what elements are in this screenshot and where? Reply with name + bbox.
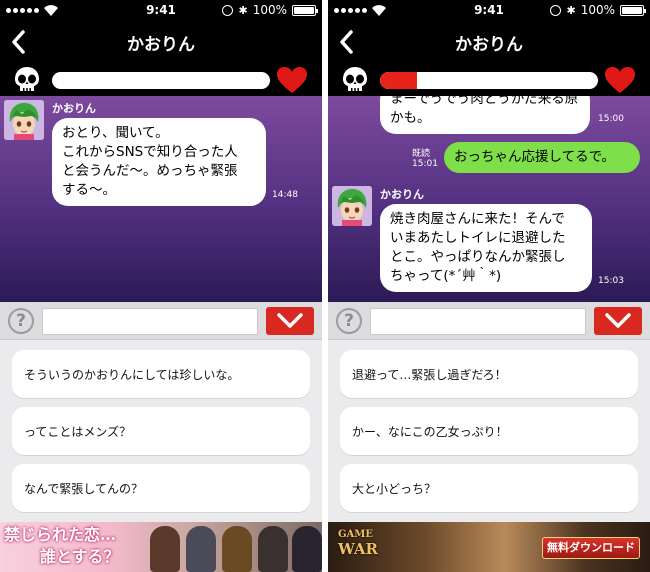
battery-icon — [620, 4, 646, 16]
reply-bar: ? — [328, 302, 650, 340]
message-line: 焼き肉屋さんに来た！そんで — [390, 211, 565, 227]
ad-banner[interactable]: 禁じられた恋… 誰とする？ — [0, 522, 322, 572]
ad-banner[interactable]: GAME WAR 無料ダウンロード — [328, 522, 650, 572]
my-message-bubble: おっちゃん応援してるで。 — [444, 142, 640, 173]
affection-meter — [380, 72, 598, 89]
message-line: いまあたしトイレに退避した — [390, 230, 566, 246]
affection-bar — [0, 62, 322, 96]
status-bar: 9:41 ✱ 100% — [0, 0, 322, 22]
affection-meter-fill — [380, 72, 418, 89]
banner-subheadline: 誰とする？ — [40, 547, 120, 566]
reply-option[interactable]: ってことはメンズ？ — [12, 407, 310, 455]
nav-bar: かおりん — [328, 22, 650, 62]
nav-bar: かおりん — [0, 22, 322, 62]
game-logo: GAME WAR — [338, 528, 382, 568]
message-bubble: 焼き肉屋さんに来た！そんで いまあたしトイレに退避した とこ。やっぱりなんか緊張… — [380, 204, 592, 292]
help-button[interactable]: ? — [336, 308, 362, 334]
message-line: かも。 — [390, 110, 431, 126]
battery-percent: 100% — [252, 3, 287, 17]
free-download-button[interactable]: 無料ダウンロード — [542, 537, 640, 559]
collapse-options-button[interactable] — [266, 307, 314, 335]
message-bubble: まーでうでう肉とうかだ来る原 かも。 — [380, 96, 590, 134]
reply-bar: ? — [0, 302, 322, 340]
affection-meter — [52, 72, 270, 89]
read-receipt: 既読 — [412, 149, 431, 159]
banner-character — [222, 526, 252, 572]
message-line: これからSNSで知り合った人 — [62, 144, 238, 160]
heart-icon — [605, 67, 635, 93]
game-logo-bottom: WAR — [338, 540, 378, 558]
banner-character — [186, 526, 216, 572]
avatar[interactable] — [4, 100, 44, 140]
message-line: する〜。 — [62, 182, 116, 198]
help-button[interactable]: ? — [8, 308, 34, 334]
battery-percent: 100% — [580, 3, 615, 17]
orientation-lock-icon — [550, 4, 562, 16]
collapse-options-button[interactable] — [594, 307, 642, 335]
reply-option[interactable]: そういうのかおりんにしては珍しいな。 — [12, 350, 310, 398]
message-line: とこ。やっぱりなんか緊張し — [390, 249, 566, 265]
reply-option[interactable]: なんで緊張してんの？ — [12, 464, 310, 512]
message-line: と会うんだ〜。めっちゃ緊張 — [62, 163, 238, 179]
bluetooth-icon: ✱ — [238, 3, 248, 17]
phone-screen-left: 9:41 ✱ 100% かおりん かおりん おとり、聞いて。 これからSNSで知… — [0, 0, 322, 572]
reply-input[interactable] — [42, 308, 258, 335]
message-line: まーでうでう肉とうかだ来る原 — [390, 96, 579, 107]
message-line: おとり、聞いて。 — [62, 125, 169, 141]
banner-headline: 禁じられた恋… — [4, 525, 117, 544]
message-sender: かおりん — [380, 188, 424, 201]
avatar[interactable] — [332, 186, 372, 226]
back-button[interactable] — [6, 28, 32, 56]
reply-option[interactable]: かー、なにこの乙女っぷり！ — [340, 407, 638, 455]
message-line: ちゃって(*´艸｀*) — [390, 268, 502, 284]
reply-option[interactable]: 大と小どっち？ — [340, 464, 638, 512]
reply-options: そういうのかおりんにしては珍しいな。 ってことはメンズ？ なんで緊張してんの？ — [0, 340, 322, 522]
reply-input[interactable] — [370, 308, 586, 335]
message-bubble: おとり、聞いて。 これからSNSで知り合った人 と会うんだ〜。めっちゃ緊張 する… — [52, 118, 266, 206]
skull-icon — [343, 67, 367, 91]
message-line: おっちゃん応援してるで。 — [454, 149, 616, 165]
status-bar: 9:41 ✱ 100% — [328, 0, 650, 22]
chat-partner-name: かおりん — [455, 35, 523, 55]
orientation-lock-icon — [222, 4, 234, 16]
affection-bar — [328, 62, 650, 96]
chat-area[interactable]: かおりん おとり、聞いて。 これからSNSで知り合った人 と会うんだ〜。めっちゃ… — [0, 96, 322, 302]
skull-icon — [15, 67, 39, 91]
chat-partner-name: かおりん — [127, 35, 195, 55]
message-time: 15:03 — [598, 276, 624, 286]
heart-icon — [277, 67, 307, 93]
back-button[interactable] — [334, 28, 360, 56]
message-time: 15:00 — [598, 114, 624, 124]
phone-screen-right: 9:41 ✱ 100% かおりん まーでうでう肉とうかだ来る原 かも。 15:0… — [328, 0, 650, 572]
banner-character — [150, 526, 180, 572]
bluetooth-icon: ✱ — [566, 3, 576, 17]
message-sender: かおりん — [52, 102, 96, 115]
reply-option[interactable]: 退避って…緊張し過ぎだろ！ — [340, 350, 638, 398]
banner-character — [258, 526, 288, 572]
banner-character — [292, 526, 322, 572]
message-time: 15:01 — [412, 159, 438, 169]
message-time: 14:48 — [272, 190, 298, 200]
battery-icon — [292, 4, 318, 16]
chat-area[interactable]: まーでうでう肉とうかだ来る原 かも。 15:00 既読 15:01 おっちゃん応… — [328, 96, 650, 302]
reply-options: 退避って…緊張し過ぎだろ！ かー、なにこの乙女っぷり！ 大と小どっち？ — [328, 340, 650, 522]
